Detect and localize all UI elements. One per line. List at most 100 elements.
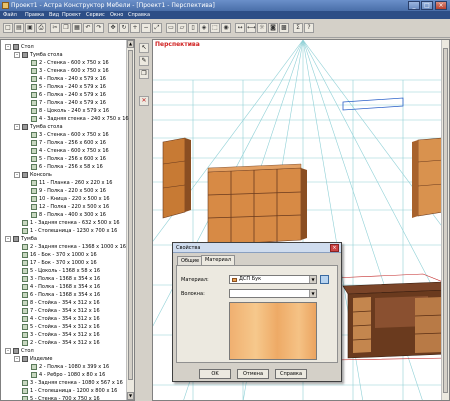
- dimension-icon[interactable]: ⟷: [246, 23, 256, 33]
- tree-item[interactable]: 5 - Стенка - 700 x 750 x 16: [1, 395, 127, 400]
- tree-group[interactable]: - Тумба: [1, 235, 127, 243]
- material-select[interactable]: ДСП Бук ▼: [229, 275, 317, 284]
- tree-item[interactable]: 8 - Цоколь - 240 x 579 x 16: [1, 107, 127, 115]
- pencil-icon[interactable]: ✎: [139, 56, 149, 66]
- chevron-down-icon[interactable]: ▼: [309, 276, 316, 283]
- chevron-down-icon[interactable]: ▼: [309, 290, 316, 297]
- tree-group[interactable]: - Тумба стола: [1, 51, 127, 59]
- tree-item[interactable]: 4 - Ребро - 1080 x 80 x 16: [1, 371, 127, 379]
- collapse-icon[interactable]: -: [5, 348, 11, 354]
- tree-scrollbar[interactable]: ▲ ▼: [126, 40, 134, 400]
- tree-item[interactable]: 12 - Полка - 220 x 500 x 16: [1, 203, 127, 211]
- tree-item[interactable]: 4 - Задняя стенка - 240 x 750 x 16: [1, 115, 129, 123]
- tree-item[interactable]: 6 - Полка - 256 x 58 x 16: [1, 163, 127, 171]
- tree-item[interactable]: 3 - Стойка - 354 x 312 x 16: [1, 331, 127, 339]
- tree-item[interactable]: 5 - Стойка - 354 x 312 x 16: [1, 323, 127, 331]
- tree-item[interactable]: 3 - Задняя стенка - 1080 x 567 x 16: [1, 379, 127, 387]
- tree-item[interactable]: 7 - Полка - 240 x 579 x 16: [1, 99, 127, 107]
- tree-item[interactable]: 1 - Столешница - 1200 x 800 x 16: [1, 387, 127, 395]
- desk[interactable]: [342, 281, 449, 359]
- save-icon[interactable]: ▣: [25, 23, 35, 33]
- tree-item[interactable]: 7 - Стойка - 354 x 312 x 16: [1, 307, 127, 315]
- collapse-icon[interactable]: -: [5, 236, 11, 242]
- project-tree[interactable]: ▲ ▼ - Стол - Тумба стола 2 - Стенка - 600 x …: [0, 39, 135, 401]
- tree-group[interactable]: - Стол: [1, 43, 127, 51]
- tree-item[interactable]: 6 - Полка - 1368 x 354 x 16: [1, 291, 127, 299]
- view-front-icon[interactable]: ▭: [166, 23, 176, 33]
- paste-icon[interactable]: ▦: [72, 23, 82, 33]
- undo-icon[interactable]: ↶: [83, 23, 93, 33]
- wireframe-icon[interactable]: ⬚: [210, 23, 220, 33]
- scroll-thumb[interactable]: [128, 50, 133, 380]
- scroll-up-arrow-icon[interactable]: ▲: [127, 40, 134, 48]
- viewport-scroll-thumb[interactable]: [443, 48, 448, 393]
- tab-material[interactable]: Материал: [201, 255, 236, 265]
- tree-item[interactable]: 4 - Полка - 240 x 579 x 16: [1, 75, 127, 83]
- cabinet-right[interactable]: [412, 137, 444, 218]
- view-3d-icon[interactable]: ◈: [199, 23, 209, 33]
- collapse-icon[interactable]: -: [14, 172, 20, 178]
- menu-help[interactable]: Справка: [128, 12, 150, 18]
- tab-general[interactable]: Общие: [177, 256, 204, 265]
- collapse-icon[interactable]: -: [14, 124, 20, 130]
- view-top-icon[interactable]: ▱: [177, 23, 187, 33]
- tree-item[interactable]: 7 - Полка - 256 x 600 x 16: [1, 139, 127, 147]
- zoom-fit-icon[interactable]: ⤢: [152, 23, 162, 33]
- copy-icon[interactable]: ❐: [61, 23, 71, 33]
- redo-icon[interactable]: ↷: [94, 23, 104, 33]
- tree-item[interactable]: 1 - Столешница - 1230 x 700 x 16: [1, 227, 127, 235]
- move-icon[interactable]: ✥: [108, 23, 118, 33]
- measure-icon[interactable]: ↔: [235, 23, 245, 33]
- tree-item[interactable]: 5 - Цоколь - 1368 x 58 x 16: [1, 267, 127, 275]
- tree-item[interactable]: 9 - Полка - 220 x 500 x 16: [1, 187, 127, 195]
- tree-group[interactable]: - Стол: [1, 347, 127, 355]
- maximize-button[interactable]: □: [421, 1, 433, 10]
- tree-item[interactable]: 4 - Полка - 1368 x 354 x 16: [1, 283, 127, 291]
- tree-item[interactable]: 5 - Полка - 256 x 600 x 16: [1, 155, 127, 163]
- cancel-button[interactable]: Отмена: [237, 369, 269, 379]
- tree-item[interactable]: 3 - Полка - 1368 x 354 x 16: [1, 275, 127, 283]
- collapse-icon[interactable]: -: [14, 356, 20, 362]
- material-icon[interactable]: ▩: [279, 23, 289, 33]
- delete-icon[interactable]: ✕: [139, 96, 149, 106]
- cut-icon[interactable]: ✂: [50, 23, 60, 33]
- tree-item[interactable]: 11 - Планка - 260 x 220 x 16: [1, 179, 127, 187]
- viewport-scrollbar[interactable]: [441, 40, 449, 400]
- new-file-icon[interactable]: □: [3, 23, 13, 33]
- menu-project[interactable]: Проект: [62, 12, 81, 18]
- open-icon[interactable]: ▤: [14, 23, 24, 33]
- tree-item[interactable]: 3 - Стенка - 600 x 750 x 16: [1, 67, 127, 75]
- tree-group[interactable]: - Изделие: [1, 355, 127, 363]
- texture-select[interactable]: ▼: [229, 289, 317, 298]
- help-button[interactable]: Справка: [275, 369, 307, 379]
- material-library-icon[interactable]: [320, 275, 329, 284]
- menu-file[interactable]: Файл: [3, 12, 17, 18]
- select-icon[interactable]: ↖: [139, 43, 149, 53]
- menu-view[interactable]: Вид: [49, 12, 59, 18]
- render-icon[interactable]: ◉: [221, 23, 231, 33]
- view-side-icon[interactable]: ▯: [188, 23, 198, 33]
- close-button[interactable]: ×: [435, 1, 447, 10]
- tree-item[interactable]: 2 - Стойка - 354 x 312 x 16: [1, 339, 127, 347]
- sum-icon[interactable]: Σ: [293, 23, 303, 33]
- tree-group[interactable]: - Консоль: [1, 171, 127, 179]
- menu-window[interactable]: Окно: [110, 12, 123, 18]
- lamp-icon[interactable]: ☼: [257, 23, 267, 33]
- shelf-unit-center[interactable]: [207, 163, 307, 246]
- ok-button[interactable]: OK: [199, 369, 231, 379]
- tree-item[interactable]: 1 - Задняя стенка - 632 x 500 x 16: [1, 219, 127, 227]
- rotate-icon[interactable]: ↻: [119, 23, 129, 33]
- minimize-button[interactable]: _: [408, 1, 420, 10]
- dialog-close-button[interactable]: ×: [330, 244, 339, 252]
- tree-item[interactable]: 16 - Бок - 370 x 1000 x 16: [1, 251, 127, 259]
- tree-item[interactable]: 8 - Стойка - 354 x 312 x 16: [1, 299, 127, 307]
- collapse-icon[interactable]: -: [14, 52, 20, 58]
- tree-group[interactable]: - Тумба стола: [1, 123, 127, 131]
- zoom-out-icon[interactable]: −: [141, 23, 151, 33]
- menu-edit[interactable]: Правка: [25, 12, 44, 18]
- tree-item[interactable]: 5 - Полка - 240 x 579 x 16: [1, 83, 127, 91]
- zoom-in-icon[interactable]: +: [130, 23, 140, 33]
- copy-icon[interactable]: ❐: [139, 69, 149, 79]
- tree-item[interactable]: 4 - Стенка - 600 x 750 x 16: [1, 147, 127, 155]
- camera-icon[interactable]: ◙: [268, 23, 278, 33]
